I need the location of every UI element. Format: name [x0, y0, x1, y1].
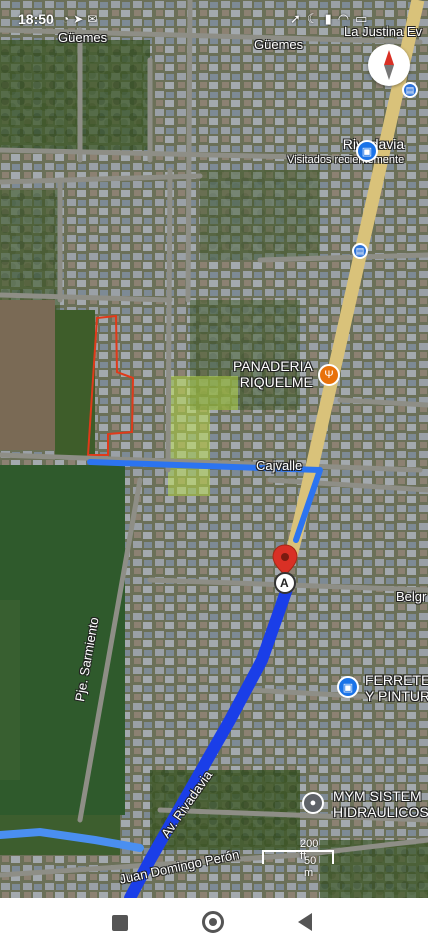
poi-ferreteria[interactable]: FERRETE Y PINTUR: [365, 672, 428, 704]
restaurant-icon[interactable]: Ψ: [318, 364, 340, 386]
navigation-icon: ➚: [290, 11, 307, 26]
back-button[interactable]: [298, 913, 312, 931]
poi-panaderia-line2: RIQUELME: [239, 374, 313, 390]
poi-mym-line1: MYM SISTEM: [333, 788, 422, 804]
destination-marker[interactable]: A: [271, 543, 299, 600]
bus-stop-icon[interactable]: ▤: [402, 82, 418, 98]
shopping-bag-icon[interactable]: ▣: [337, 676, 359, 698]
compass-south-icon: [384, 65, 394, 80]
poi-ferreteria-line2: Y PINTUR: [365, 688, 428, 704]
satellite-map[interactable]: [0, 0, 428, 898]
status-time: 18:50: [18, 11, 54, 27]
whatsapp-icon: ◔: [62, 12, 74, 26]
system-icons: ➚☾▮◠▭: [290, 11, 373, 27]
recents-button[interactable]: [112, 915, 128, 931]
poi-rivadavia[interactable]: Rivadavia Visitados recientemente: [287, 136, 404, 168]
home-button[interactable]: [202, 911, 224, 933]
map-canvas: [0, 0, 428, 898]
poi-mym[interactable]: MYM SISTEM HIDRAULICOS: [333, 788, 428, 820]
battery-icon: ▭: [355, 11, 374, 26]
compass-north-icon: [384, 50, 394, 65]
street-label-cajvalle: Cajvalle: [256, 458, 303, 473]
gmail-icon: ✉: [87, 12, 102, 26]
street-label-belgrano: Belgr: [396, 589, 427, 604]
status-bar: 18:50 ◔➤✉ ➚☾▮◠▭: [0, 0, 428, 40]
bus-stop-icon[interactable]: ▤: [352, 243, 368, 259]
marker-label: A: [280, 576, 289, 590]
compass-button[interactable]: [368, 44, 410, 86]
scale-m: 50 m: [304, 855, 317, 879]
poi-rivadavia-subtitle: Visitados recientemente: [287, 154, 405, 166]
signal-icon: ▮: [324, 11, 338, 26]
shopping-bag-icon[interactable]: ▣: [356, 140, 378, 162]
poi-panaderia[interactable]: PANADERIA RIQUELME: [233, 358, 313, 390]
poi-mym-line2: HIDRAULICOS: [333, 804, 428, 820]
poi-ferreteria-line1: FERRETE: [365, 672, 428, 688]
notification-icons: ◔➤✉: [62, 12, 101, 26]
location-icon: ➤: [73, 12, 88, 26]
system-nav-bar: [0, 898, 428, 950]
moon-icon: ☾: [306, 11, 325, 26]
location-pin-icon[interactable]: ●: [302, 792, 324, 814]
poi-rivadavia-name: Rivadavia: [287, 136, 404, 152]
poi-panaderia-line1: PANADERIA: [233, 358, 313, 374]
wifi-icon: ◠: [337, 11, 356, 26]
